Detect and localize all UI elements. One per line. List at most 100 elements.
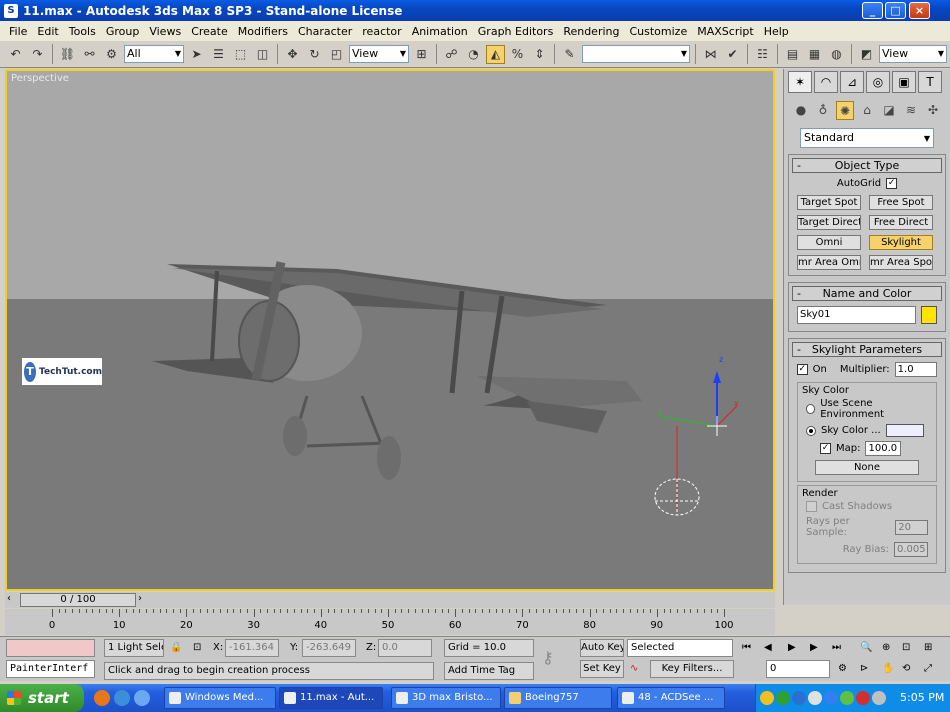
next-frame-icon[interactable]: ▶ (810, 639, 818, 657)
task-acdsee[interactable]: 48 - ACDSee ... (617, 687, 725, 709)
map-checkbox[interactable]: ✓ (820, 443, 831, 454)
menu-help[interactable]: Help (759, 25, 794, 38)
tray-app-icon[interactable] (760, 691, 774, 705)
zoom-all-icon[interactable]: ⊕ (882, 639, 890, 657)
time-slider[interactable]: ‹ 0 / 100 › (5, 592, 775, 608)
light-category-dropdown[interactable]: Standard (800, 128, 934, 148)
name-and-color-header[interactable]: - Name and Color (792, 286, 942, 301)
helpers-icon[interactable]: ◪ (880, 101, 898, 120)
x-coordinate-field[interactable]: -161.364 (225, 639, 279, 657)
play-icon[interactable]: ▶ (788, 639, 796, 657)
lights-icon[interactable]: ✺ (835, 101, 855, 120)
autogrid-checkbox[interactable]: ✓ (886, 178, 898, 189)
scale-icon[interactable]: ◰ (327, 45, 346, 64)
undo-icon[interactable]: ↶ (6, 45, 25, 64)
rect-selection-icon[interactable]: ⬚ (231, 45, 250, 64)
menu-character[interactable]: Character (293, 25, 357, 38)
material-editor-icon[interactable]: ◍ (827, 45, 846, 64)
menu-graph-editors[interactable]: Graph Editors (473, 25, 559, 38)
reference-coordinate-dropdown[interactable]: View (349, 45, 409, 63)
bind-space-warp-icon[interactable]: ⚙ (102, 45, 121, 64)
time-slider-thumb[interactable]: 0 / 100 (20, 593, 136, 607)
media-player-icon[interactable] (114, 690, 130, 706)
rotate-icon[interactable]: ↻ (305, 45, 324, 64)
angle-snap-icon[interactable]: ◭ (486, 44, 505, 64)
mr-area-omni-button[interactable]: mr Area Omni (797, 255, 861, 270)
tray-misc-icon[interactable] (872, 691, 886, 705)
use-scene-env-radio[interactable] (806, 404, 816, 414)
close-button[interactable]: × (909, 2, 930, 19)
window-crossing-icon[interactable]: ◫ (253, 45, 272, 64)
time-slider-right-arrow[interactable]: › (138, 593, 142, 604)
pivot-center-icon[interactable]: ⊞ (412, 45, 431, 64)
shapes-icon[interactable]: ♁ (814, 101, 832, 120)
object-type-header[interactable]: - Object Type (792, 158, 942, 173)
menu-rendering[interactable]: Rendering (558, 25, 624, 38)
internet-explorer-icon[interactable] (134, 690, 150, 706)
select-and-link-icon[interactable]: ⛓ (58, 45, 77, 64)
systems-icon[interactable]: ✣ (924, 101, 942, 120)
field-of-view-icon[interactable]: ⊳ (860, 660, 868, 678)
ray-bias-spinner[interactable]: 0.005 (894, 542, 928, 557)
add-time-tag-button[interactable]: Add Time Tag (444, 662, 534, 680)
skylight-button[interactable]: Skylight (869, 235, 933, 250)
maximize-viewport-icon[interactable]: ⤢ (924, 660, 932, 678)
key-mode-dropdown[interactable]: Selected (627, 639, 733, 657)
schematic-view-icon[interactable]: ▦ (805, 45, 824, 64)
select-by-name-icon[interactable]: ☰ (209, 45, 228, 64)
tray-volume-icon[interactable] (808, 691, 822, 705)
spinner-snap-icon[interactable]: ⇕ (530, 45, 549, 64)
go-to-end-icon[interactable]: ⏭ (832, 639, 841, 657)
cameras-icon[interactable]: ⌂ (858, 101, 876, 120)
space-warps-icon[interactable]: ≋ (902, 101, 920, 120)
target-direct-button[interactable]: Target Direct (797, 215, 861, 230)
menu-group[interactable]: Group (101, 25, 145, 38)
tray-bluetooth-icon[interactable] (792, 691, 806, 705)
align-icon[interactable]: ✔ (723, 45, 742, 64)
firefox-icon[interactable] (94, 690, 110, 706)
task-3dmax-bristol[interactable]: 3D max Bristo... (391, 687, 501, 709)
menu-maxscript[interactable]: MAXScript (692, 25, 758, 38)
free-direct-button[interactable]: Free Direct (869, 215, 933, 230)
maxscript-listener-mini[interactable] (6, 639, 95, 657)
edit-named-selection-icon[interactable]: ✎ (560, 45, 579, 64)
default-in-out-tangents-icon[interactable]: ∿ (630, 660, 638, 678)
tray-alert-icon[interactable] (856, 691, 870, 705)
zoom-extents-all-icon[interactable]: ⊞ (924, 639, 932, 657)
current-frame-field[interactable]: 0 (766, 660, 830, 678)
mirror-icon[interactable]: ⋈ (701, 45, 720, 64)
maxscript-listener-text[interactable]: PainterInterf (6, 660, 95, 678)
sky-color-radio[interactable] (806, 425, 816, 436)
skylight-helper[interactable] (654, 478, 700, 516)
arc-rotate-icon[interactable]: ⟲ (902, 660, 910, 678)
auto-key-button[interactable]: Auto Key (580, 639, 624, 657)
geometry-icon[interactable]: ● (792, 101, 810, 120)
cast-shadows-checkbox[interactable] (806, 501, 817, 512)
sky-color-swatch[interactable] (885, 424, 924, 437)
z-coordinate-field[interactable]: 0.0 (378, 639, 432, 657)
render-type-dropdown[interactable]: View (879, 45, 947, 63)
percent-snap-icon[interactable]: % (508, 45, 527, 64)
menu-animation[interactable]: Animation (407, 25, 473, 38)
task-windows-media[interactable]: Windows Med... (164, 687, 276, 709)
menu-modifiers[interactable]: Modifiers (233, 25, 293, 38)
display-tab-icon[interactable]: ▣ (892, 71, 916, 93)
menu-file[interactable]: File (4, 25, 32, 38)
target-spot-button[interactable]: Target Spot (797, 195, 861, 210)
start-button[interactable]: start (0, 684, 84, 712)
manipulate-icon[interactable]: ☍ (442, 45, 461, 64)
menu-reactor[interactable]: reactor (357, 25, 406, 38)
snap-toggle-icon[interactable]: ◔ (464, 45, 483, 64)
transform-gizmo[interactable] (661, 371, 738, 511)
motion-tab-icon[interactable]: ◎ (866, 71, 890, 93)
time-slider-left-arrow[interactable]: ‹ (7, 593, 11, 604)
go-to-start-icon[interactable]: ⏮ (742, 639, 751, 657)
minimize-button[interactable]: _ (862, 2, 883, 19)
y-coordinate-field[interactable]: -263.649 (302, 639, 356, 657)
menu-tools[interactable]: Tools (64, 25, 101, 38)
task-3ds-max[interactable]: 11.max - Aut... (279, 687, 383, 709)
task-boeing757[interactable]: Boeing757 (504, 687, 612, 709)
perspective-viewport[interactable]: Perspective x y z T TechTut.com (5, 69, 775, 591)
object-color-swatch[interactable] (921, 306, 937, 324)
zoom-icon[interactable]: 🔍 (860, 639, 872, 657)
